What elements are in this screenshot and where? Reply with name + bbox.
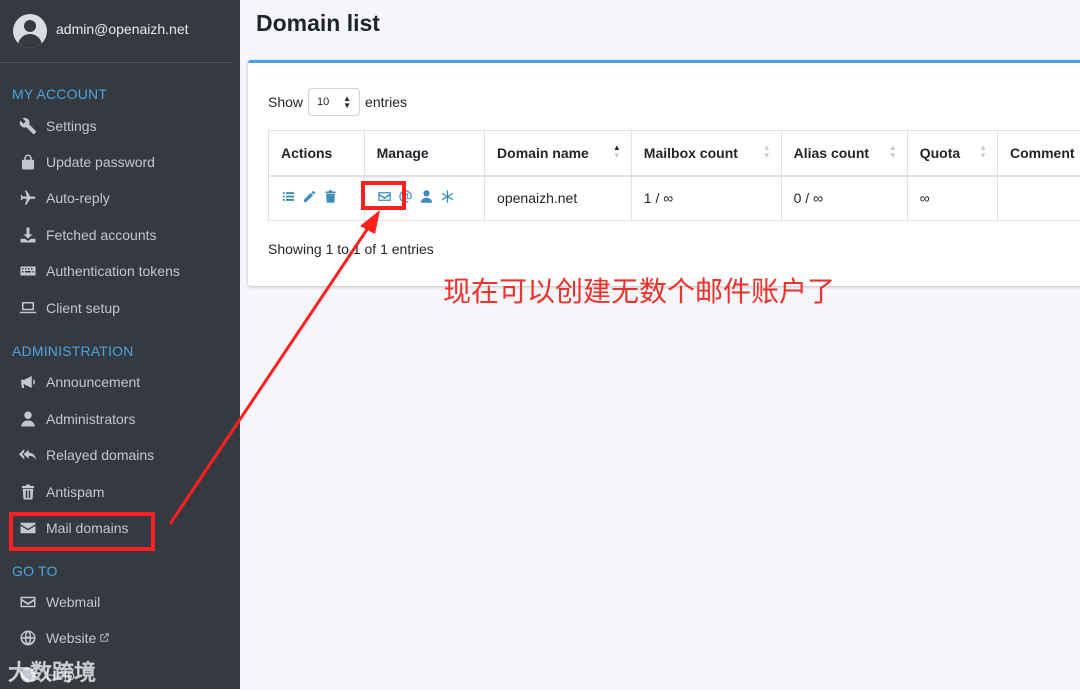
alias-count-cell: 0 / ∞ xyxy=(781,176,907,221)
keyboard-icon xyxy=(17,261,39,281)
table-info-footer: Showing 1 to 1 of 1 entries xyxy=(268,241,434,257)
entries-label: entries xyxy=(365,94,407,110)
bullhorn-icon xyxy=(17,372,39,392)
wrench-icon xyxy=(17,116,39,136)
laptop-icon xyxy=(17,298,39,318)
sidebar-item-update-password[interactable]: Update password xyxy=(12,147,230,177)
sidebar-item-label: Authentication tokens xyxy=(46,263,180,279)
sidebar-item-label: Administrators xyxy=(46,411,135,427)
edit-pencil-icon[interactable] xyxy=(302,189,317,207)
sidebar-item-label: Auto-reply xyxy=(46,190,110,206)
sidebar-item-settings[interactable]: Settings xyxy=(12,111,230,141)
column-header-comment[interactable]: Comment xyxy=(997,131,1080,176)
alternatives-asterisk-icon[interactable] xyxy=(440,189,455,207)
watermark: 大数跨境 xyxy=(8,655,96,687)
domain-list-card: Show 10 ▲▼ entries Actions Manage Domain… xyxy=(248,60,1080,286)
reply-all-icon xyxy=(17,445,39,465)
sidebar-item-announcement[interactable]: Announcement xyxy=(12,367,230,397)
page-title: Domain list xyxy=(256,10,380,37)
nav-header-administration: ADMINISTRATION xyxy=(12,343,134,359)
sidebar-item-website[interactable]: Website xyxy=(12,623,230,653)
sort-icon: ▲▼ xyxy=(979,144,987,160)
external-link-icon xyxy=(96,630,110,646)
sidebar-item-label: Relayed domains xyxy=(46,447,154,463)
sidebar-item-label: Announcement xyxy=(46,374,140,390)
entries-value: 10 xyxy=(317,96,329,108)
select-arrows-icon: ▲▼ xyxy=(343,95,351,109)
column-header-quota[interactable]: Quota▲▼ xyxy=(907,131,997,176)
quota-cell: ∞ xyxy=(907,176,997,221)
sidebar-item-relayed-domains[interactable]: Relayed domains xyxy=(12,440,230,470)
managers-user-icon[interactable] xyxy=(419,189,434,207)
column-header-mailbox-count[interactable]: Mailbox count▲▼ xyxy=(631,131,781,176)
actions-cell xyxy=(269,176,365,221)
avatar xyxy=(13,14,47,48)
delete-trash-icon[interactable] xyxy=(323,189,338,207)
user-icon xyxy=(17,409,39,429)
entries-length-control: Show 10 ▲▼ entries xyxy=(268,88,407,116)
lock-icon xyxy=(17,152,39,172)
sidebar-item-fetched-accounts[interactable]: Fetched accounts xyxy=(12,220,230,250)
entries-select[interactable]: 10 ▲▼ xyxy=(308,88,360,116)
sort-icon: ▲▼ xyxy=(889,144,897,160)
sort-icon: ▲▼ xyxy=(613,144,621,160)
nav-header-my-account: MY ACCOUNT xyxy=(12,86,107,102)
download-icon xyxy=(17,225,39,245)
globe-icon xyxy=(17,628,39,648)
user-email: admin@openaizh.net xyxy=(56,21,189,37)
sidebar-item-label: Fetched accounts xyxy=(46,227,157,243)
mailbox-count-cell: 1 / ∞ xyxy=(631,176,781,221)
column-header-actions: Actions xyxy=(269,131,365,176)
sidebar: admin@openaizh.net MY ACCOUNT Settings U… xyxy=(0,0,240,689)
details-list-icon[interactable] xyxy=(281,189,296,207)
annotation-box-manage xyxy=(361,181,406,210)
plane-icon xyxy=(17,188,39,208)
sidebar-item-label: Webmail xyxy=(46,594,100,610)
sidebar-item-label: Website xyxy=(46,630,96,646)
sidebar-item-client-setup[interactable]: Client setup xyxy=(12,293,230,323)
sidebar-item-label: Update password xyxy=(46,154,155,170)
sidebar-item-antispam[interactable]: Antispam xyxy=(12,477,230,507)
sidebar-item-webmail[interactable]: Webmail xyxy=(12,587,230,617)
domain-name-cell: openaizh.net xyxy=(485,176,632,221)
column-header-domain-name[interactable]: Domain name▲▼ xyxy=(485,131,632,176)
sort-icon: ▲▼ xyxy=(763,144,771,160)
sidebar-item-administrators[interactable]: Administrators xyxy=(12,404,230,434)
trash-icon xyxy=(17,482,39,502)
envelope-open-icon xyxy=(17,592,39,612)
annotation-box-mail-domains xyxy=(9,512,155,551)
sidebar-item-label: Settings xyxy=(46,118,97,134)
user-panel[interactable]: admin@openaizh.net xyxy=(0,0,232,63)
sidebar-item-authentication-tokens[interactable]: Authentication tokens xyxy=(12,256,230,286)
column-header-manage: Manage xyxy=(364,131,484,176)
table-header-row: Actions Manage Domain name▲▼ Mailbox cou… xyxy=(269,131,1080,176)
sidebar-item-label: Client setup xyxy=(46,300,120,316)
nav-header-go-to: GO TO xyxy=(12,563,58,579)
comment-cell xyxy=(997,176,1080,221)
sidebar-item-label: Antispam xyxy=(46,484,104,500)
column-header-alias-count[interactable]: Alias count▲▼ xyxy=(781,131,907,176)
show-label: Show xyxy=(268,94,303,110)
annotation-text: 现在可以创建无数个邮件账户了 xyxy=(443,270,835,310)
sidebar-item-auto-reply[interactable]: Auto-reply xyxy=(12,183,230,213)
